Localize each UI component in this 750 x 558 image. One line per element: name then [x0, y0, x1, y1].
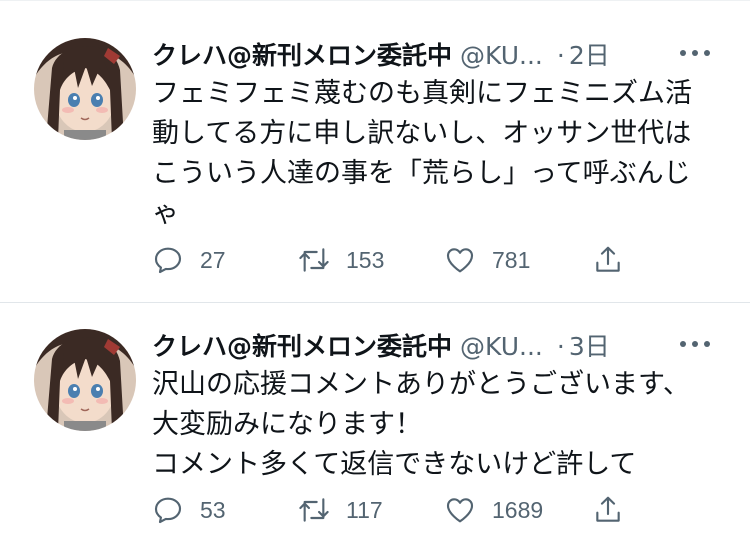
- retweet-button[interactable]: 153: [298, 243, 384, 277]
- timestamp[interactable]: 2日: [569, 41, 610, 70]
- reply-icon: [154, 247, 182, 274]
- author-handle[interactable]: @KU...: [460, 41, 543, 70]
- like-button[interactable]: 781: [444, 243, 530, 277]
- separator-dot: ·: [556, 332, 565, 361]
- tweet-header: クレハ@新刊メロン委託中 @KU... · 3日: [152, 327, 722, 361]
- more-icon[interactable]: [680, 339, 710, 349]
- reply-count: 27: [200, 246, 226, 273]
- share-icon: [596, 496, 620, 522]
- reply-count: 53: [200, 496, 226, 523]
- retweet-icon: [299, 248, 329, 272]
- author-handle[interactable]: @KU...: [460, 332, 543, 361]
- tweet-text: フェミフェミ蔑むのも真剣にフェミニズム活 動してる方に申し訳ないし、オッサン世代…: [152, 78, 692, 229]
- like-count: 781: [492, 246, 531, 273]
- reply-button[interactable]: 27: [152, 243, 226, 277]
- author-name[interactable]: クレハ@新刊メロン委託中: [152, 332, 452, 361]
- like-button[interactable]: 1689: [444, 493, 543, 527]
- tweet-actions: 53 117 1689: [152, 493, 632, 527]
- share-button[interactable]: [592, 493, 624, 527]
- reply-icon: [154, 497, 182, 524]
- like-count: 1689: [492, 496, 544, 523]
- tweet[interactable]: クレハ@新刊メロン委託中 @KU... · 3日 沢山の応援コメントありがとうございま…: [0, 303, 750, 558]
- separator-dot: ·: [556, 41, 565, 70]
- share-button[interactable]: [592, 243, 624, 277]
- timestamp[interactable]: 3日: [569, 332, 610, 361]
- reply-button[interactable]: 53: [152, 493, 226, 527]
- author-name[interactable]: クレハ@新刊メロン委託中: [152, 41, 452, 70]
- retweet-icon: [299, 498, 329, 522]
- more-icon[interactable]: [680, 48, 710, 58]
- tweet-actions: 27 153 781: [152, 243, 632, 277]
- heart-icon: [446, 248, 474, 273]
- tweet-text: 沢山の応援コメントありがとうございます、 大変励みになります！ コメント多くて返…: [152, 369, 690, 480]
- retweet-count: 117: [346, 496, 383, 523]
- avatar[interactable]: [34, 329, 136, 431]
- heart-icon: [446, 498, 474, 523]
- tweet-header: クレハ@新刊メロン委託中 @KU... · 2日: [152, 36, 722, 70]
- retweet-button[interactable]: 117: [298, 493, 383, 527]
- share-icon: [596, 246, 620, 272]
- retweet-count: 153: [346, 246, 385, 273]
- tweet[interactable]: クレハ@新刊メロン委託中 @KU... · 2日 フェミフェミ蔑むのも真剣にフェミニズ…: [0, 0, 750, 302]
- avatar[interactable]: [34, 38, 136, 140]
